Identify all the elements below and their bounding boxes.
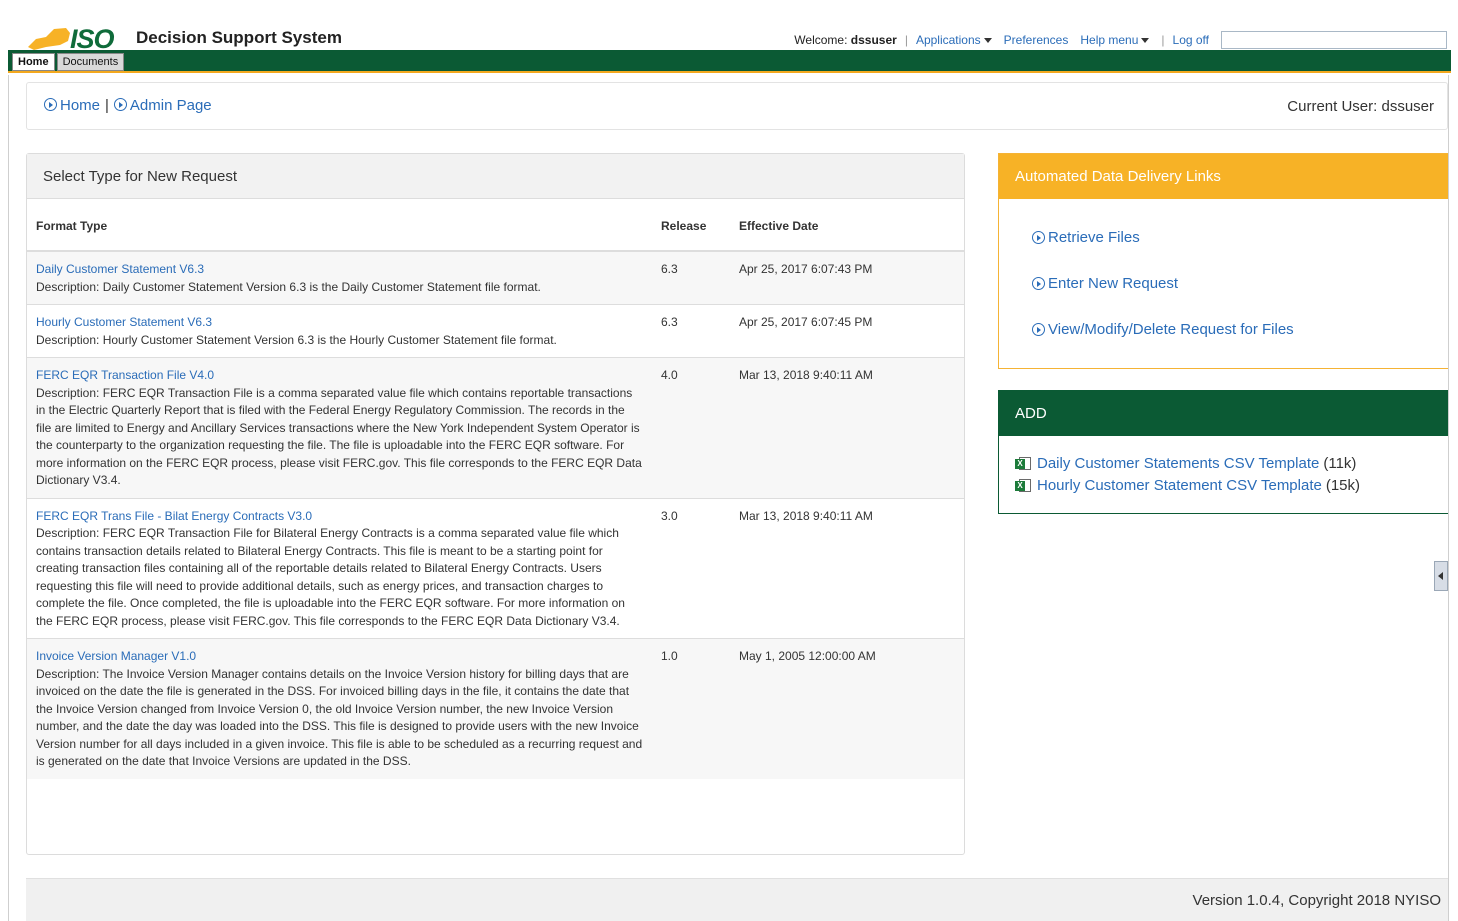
date-cell: Apr 25, 2017 6:07:43 PM (730, 250, 964, 305)
format-description: Description: FERC EQR Transaction File f… (36, 526, 625, 628)
column-header-date: Effective Date (730, 199, 964, 252)
enter-new-request-label: Enter New Request (1048, 275, 1179, 292)
menu-separator: | (1161, 33, 1165, 47)
circle-arrow-icon (113, 98, 127, 111)
table-header-row: Format Type Release Effective Date (27, 199, 964, 252)
breadcrumb-panel: Home | Admin Page Current User: dssuser (26, 82, 1448, 130)
current-user: Current User: dssuser (1287, 98, 1434, 115)
caret-down-icon (1141, 38, 1150, 44)
table-row: Hourly Customer Statement V6.3 Descripti… (27, 304, 964, 358)
format-cell: Hourly Customer Statement V6.3 Descripti… (27, 304, 652, 358)
logo: ISO Decision Support System (26, 24, 342, 54)
left-border (8, 75, 9, 921)
iso-logo: ISO (26, 24, 128, 54)
format-cell: FERC EQR Trans File - Bilat Energy Contr… (27, 497, 652, 639)
retrieve-files-label: Retrieve Files (1048, 229, 1140, 246)
date-cell: Mar 13, 2018 9:40:11 AM (730, 497, 964, 639)
breadcrumb-admin-label: Admin Page (129, 97, 212, 114)
table-row: FERC EQR Transaction File V4.0 Descripti… (27, 357, 964, 498)
welcome-text: Welcome: dssuser (794, 33, 897, 47)
daily-template-link[interactable]: Daily Customer Statements CSV Template (1037, 455, 1319, 472)
circle-arrow-icon (1032, 323, 1045, 336)
template-size: (11k) (1323, 455, 1357, 472)
format-table: Format Type Release Effective Date Daily… (27, 199, 964, 779)
help-menu[interactable]: Help menu (1080, 33, 1150, 47)
hourly-template-link[interactable]: Hourly Customer Statement CSV Template (1037, 477, 1322, 494)
retrieve-files-link[interactable]: Retrieve Files (1032, 229, 1140, 246)
release-cell: 1.0 (652, 638, 730, 779)
format-description: Description: The Invoice Version Manager… (36, 666, 643, 769)
enter-new-request-link[interactable]: Enter New Request (1032, 275, 1178, 292)
format-description: Description: Daily Customer Statement Ve… (36, 279, 541, 294)
format-description: Description: FERC EQR Transaction File i… (36, 385, 642, 488)
tab-home[interactable]: Home (12, 53, 55, 71)
logoff-link[interactable]: Log off (1173, 33, 1209, 47)
breadcrumb-home[interactable]: Home (44, 97, 100, 114)
date-cell: May 1, 2005 12:00:00 AM (730, 638, 964, 779)
format-link[interactable]: Hourly Customer Statement V6.3 (36, 314, 643, 332)
release-cell: 6.3 (652, 250, 730, 305)
nav-bar: Home Documents (8, 50, 1451, 73)
format-link[interactable]: Daily Customer Statement V6.3 (36, 261, 643, 279)
caret-down-icon (983, 38, 992, 44)
tab-strip: Home Documents (12, 53, 126, 71)
request-panel-title: Select Type for New Request (27, 154, 964, 199)
release-cell: 3.0 (652, 497, 730, 639)
right-border (1448, 75, 1449, 921)
applications-label: Applications (915, 33, 981, 47)
excel-file-icon: X (1015, 456, 1032, 471)
date-cell: Mar 13, 2018 9:40:11 AM (730, 357, 964, 498)
tab-documents[interactable]: Documents (56, 53, 125, 71)
footer-version: Version 1.0.4, Copyright 2018 NYISO (1192, 892, 1441, 909)
template-item: X Hourly Customer Statement CSV Template… (1015, 477, 1360, 494)
top-header: ISO Decision Support System Welcome: dss… (8, 0, 1451, 54)
circle-arrow-icon (1032, 277, 1045, 290)
preferences-link[interactable]: Preferences (1004, 33, 1069, 47)
circle-arrow-icon (44, 98, 57, 111)
automated-delivery-title: Automated Data Delivery Links (999, 154, 1448, 199)
ny-state-shape-icon (28, 28, 70, 50)
add-panel: ADD X Daily Customer Statements CSV Temp… (998, 390, 1448, 514)
help-label: Help menu (1080, 33, 1139, 47)
format-link[interactable]: Invoice Version Manager V1.0 (36, 648, 643, 666)
breadcrumb-home-label: Home (60, 97, 101, 114)
release-cell: 6.3 (652, 304, 730, 358)
format-cell: FERC EQR Transaction File V4.0 Descripti… (27, 357, 652, 498)
table-row: Daily Customer Statement V6.3 Descriptio… (27, 250, 964, 305)
app-title: Decision Support System (136, 28, 342, 47)
breadcrumb: Home | Admin Page (44, 97, 212, 114)
format-link[interactable]: FERC EQR Trans File - Bilat Energy Contr… (36, 508, 643, 526)
collapse-sidebar-button[interactable] (1434, 561, 1448, 591)
top-menu: Welcome: dssuser | Applications Preferen… (794, 31, 1447, 49)
table-row: FERC EQR Trans File - Bilat Energy Contr… (27, 497, 964, 639)
view-modify-delete-label: View/Modify/Delete Request for Files (1048, 321, 1294, 338)
format-link[interactable]: FERC EQR Transaction File V4.0 (36, 367, 643, 385)
release-cell: 4.0 (652, 357, 730, 498)
table-row: Invoice Version Manager V1.0 Description… (27, 638, 964, 779)
column-header-release: Release (652, 199, 730, 252)
welcome-username: dssuser (850, 33, 897, 47)
view-modify-delete-link[interactable]: View/Modify/Delete Request for Files (1032, 321, 1294, 338)
date-cell: Apr 25, 2017 6:07:45 PM (730, 304, 964, 358)
automated-delivery-panel: Automated Data Delivery Links Retrieve F… (998, 153, 1448, 369)
footer: Version 1.0.4, Copyright 2018 NYISO (26, 878, 1448, 921)
template-size: (15k) (1325, 477, 1361, 494)
applications-menu[interactable]: Applications (916, 33, 992, 47)
format-cell: Daily Customer Statement V6.3 Descriptio… (27, 250, 652, 305)
welcome-label: Welcome: (794, 33, 848, 47)
circle-arrow-icon (1032, 231, 1045, 244)
column-header-format: Format Type (27, 199, 652, 252)
excel-file-icon: X (1015, 478, 1032, 493)
breadcrumb-admin[interactable]: Admin Page (113, 97, 212, 114)
add-panel-title: ADD (999, 391, 1448, 436)
request-panel: Select Type for New Request Format Type … (26, 153, 965, 855)
search-input[interactable] (1221, 31, 1447, 49)
format-cell: Invoice Version Manager V1.0 Description… (27, 638, 652, 779)
menu-separator: | (904, 33, 908, 47)
format-description: Description: Hourly Customer Statement V… (36, 332, 557, 347)
template-item: X Daily Customer Statements CSV Template… (1015, 455, 1356, 472)
breadcrumb-separator: | (105, 97, 109, 114)
